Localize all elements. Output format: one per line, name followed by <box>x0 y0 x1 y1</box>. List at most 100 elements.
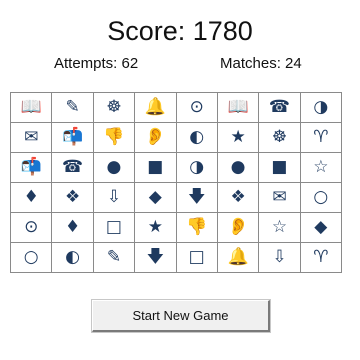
ring-icon: ○ <box>23 247 39 267</box>
score-display: Score: 1780 <box>107 16 253 46</box>
bell-icon: 🔔 <box>144 97 166 117</box>
card-r4-c8[interactable]: ○ <box>300 183 342 213</box>
card-r6-c6[interactable]: 🔔 <box>217 243 260 273</box>
card-grid: 📖 ✎ ☸ 🔔 ⊙ 📖 ☎ ◑ ✉ 📬 👎 👂 ◐ ★ ☸ ♈ 📬 ☎ ● ■ ◑ ● ■ ☆ ♦ ❖ ⇩ ◆ 🡇 ❖ ✉ ○ ⊙ ♦ □ ★ 👎 👂 ☆ ◆… <box>10 92 342 273</box>
ear-icon: 👂 <box>144 127 166 147</box>
card-r2-c2[interactable]: 📬 <box>52 123 94 153</box>
card-r6-c8[interactable]: ♈ <box>300 243 342 273</box>
envelope-icon: ✉ <box>24 127 39 147</box>
card-r5-c2[interactable]: ♦ <box>52 213 94 243</box>
card-r3-c1[interactable]: 📬 <box>11 153 53 183</box>
down-arrow-icon: 🡇 <box>187 187 206 207</box>
card-r3-c8[interactable]: ☆ <box>300 153 342 183</box>
four-diamonds-icon: ❖ <box>230 187 246 207</box>
diamond-icon: ◆ <box>314 217 328 237</box>
card-r3-c4[interactable]: ■ <box>135 153 177 183</box>
card-r1-c8[interactable]: ◑ <box>300 93 342 123</box>
hollow-square-icon: □ <box>105 217 122 237</box>
card-r5-c1[interactable]: ⊙ <box>11 213 53 243</box>
down-arrow-icon: 🡇 <box>146 247 165 267</box>
outline-star-icon: ☆ <box>271 217 288 237</box>
card-r2-c1[interactable]: ✉ <box>11 123 53 153</box>
ship-wheel-icon: ☸ <box>271 127 288 147</box>
thumbs-down-icon: 👎 <box>103 127 125 147</box>
telephone-icon: ☎ <box>268 97 291 117</box>
circled-dot-icon: ⊙ <box>24 217 39 237</box>
pacman-icon: ◐ <box>65 247 80 267</box>
card-r3-c2[interactable]: ☎ <box>52 153 94 183</box>
half-moon-icon: ◑ <box>189 157 205 177</box>
card-r1-c6[interactable]: 📖 <box>217 93 260 123</box>
card-r6-c3[interactable]: ✎ <box>93 243 136 273</box>
circled-dot-icon: ⊙ <box>189 97 204 117</box>
filled-circle-icon: ● <box>106 157 122 177</box>
mailbox-icon: 📬 <box>20 157 42 177</box>
card-r5-c8[interactable]: ◆ <box>300 213 342 243</box>
matches-counter: Matches: 24 <box>220 55 302 72</box>
telephone-icon: ☎ <box>61 157 84 177</box>
pencil-icon: ✎ <box>106 247 122 267</box>
card-r5-c7[interactable]: ☆ <box>259 213 301 243</box>
card-r1-c3[interactable]: ☸ <box>93 93 136 123</box>
filled-square-icon: ■ <box>271 157 288 177</box>
hollow-down-arrow-icon: ⇩ <box>106 187 122 207</box>
card-r3-c3[interactable]: ● <box>93 153 136 183</box>
card-r4-c7[interactable]: ✉ <box>259 183 301 213</box>
aries-icon: ♈ <box>313 127 329 147</box>
card-r6-c2[interactable]: ◐ <box>52 243 94 273</box>
card-r5-c5[interactable]: 👎 <box>176 213 218 243</box>
mailbox-icon: 📬 <box>61 127 84 147</box>
card-r2-c8[interactable]: ♈ <box>300 123 342 153</box>
card-r1-c2[interactable]: ✎ <box>52 93 94 123</box>
card-r1-c4[interactable]: 🔔 <box>135 93 177 123</box>
open-book-icon: 📖 <box>227 97 249 117</box>
star-icon: ★ <box>230 127 246 147</box>
card-r6-c7[interactable]: ⇩ <box>259 243 301 273</box>
ring-icon: ○ <box>313 187 329 207</box>
ear-icon: 👂 <box>227 217 249 237</box>
start-new-game-button[interactable]: Start New Game <box>92 300 270 332</box>
pencil-icon: ✎ <box>65 97 80 117</box>
card-r2-c6[interactable]: ★ <box>217 123 260 153</box>
card-r5-c4[interactable]: ★ <box>135 213 177 243</box>
card-r4-c6[interactable]: ❖ <box>217 183 260 213</box>
card-r4-c2[interactable]: ❖ <box>52 183 94 213</box>
card-r1-c5[interactable]: ⊙ <box>176 93 218 123</box>
outline-star-icon: ☆ <box>313 157 329 177</box>
small-diamond-icon: ♦ <box>23 187 39 207</box>
thumbs-down-icon: 👎 <box>186 217 208 237</box>
attempts-counter: Attempts: 62 <box>54 55 139 72</box>
ship-wheel-icon: ☸ <box>106 97 122 117</box>
card-r1-c1[interactable]: 📖 <box>11 93 53 123</box>
card-r3-c5[interactable]: ◑ <box>176 153 218 183</box>
card-r2-c3[interactable]: 👎 <box>93 123 136 153</box>
card-r1-c7[interactable]: ☎ <box>259 93 301 123</box>
hollow-square-icon: □ <box>188 247 205 267</box>
card-r2-c5[interactable]: ◐ <box>176 123 218 153</box>
card-r2-c7[interactable]: ☸ <box>259 123 301 153</box>
card-r4-c1[interactable]: ♦ <box>11 183 53 213</box>
small-diamond-icon: ♦ <box>64 217 81 237</box>
aries-icon: ♈ <box>313 247 329 267</box>
open-book-icon: 📖 <box>20 97 42 117</box>
diamond-icon: ◆ <box>148 187 162 207</box>
card-r4-c3[interactable]: ⇩ <box>93 183 136 213</box>
hollow-down-arrow-icon: ⇩ <box>272 247 287 267</box>
card-r6-c1[interactable]: ○ <box>11 243 53 273</box>
card-r6-c4[interactable]: 🡇 <box>135 243 177 273</box>
card-r3-c7[interactable]: ■ <box>259 153 301 183</box>
card-r5-c6[interactable]: 👂 <box>217 213 260 243</box>
half-moon-icon: ◑ <box>313 97 329 117</box>
card-r6-c5[interactable]: □ <box>176 243 218 273</box>
card-r5-c3[interactable]: □ <box>93 213 136 243</box>
filled-square-icon: ■ <box>147 157 164 177</box>
card-r2-c4[interactable]: 👂 <box>135 123 177 153</box>
card-r4-c5[interactable]: 🡇 <box>176 183 218 213</box>
star-icon: ★ <box>147 217 163 237</box>
pacman-icon: ◐ <box>189 127 205 147</box>
card-r4-c4[interactable]: ◆ <box>135 183 177 213</box>
filled-circle-icon: ● <box>230 157 246 177</box>
four-diamonds-icon: ❖ <box>64 187 81 207</box>
card-r3-c6[interactable]: ● <box>217 153 260 183</box>
bell-icon: 🔔 <box>227 247 249 267</box>
